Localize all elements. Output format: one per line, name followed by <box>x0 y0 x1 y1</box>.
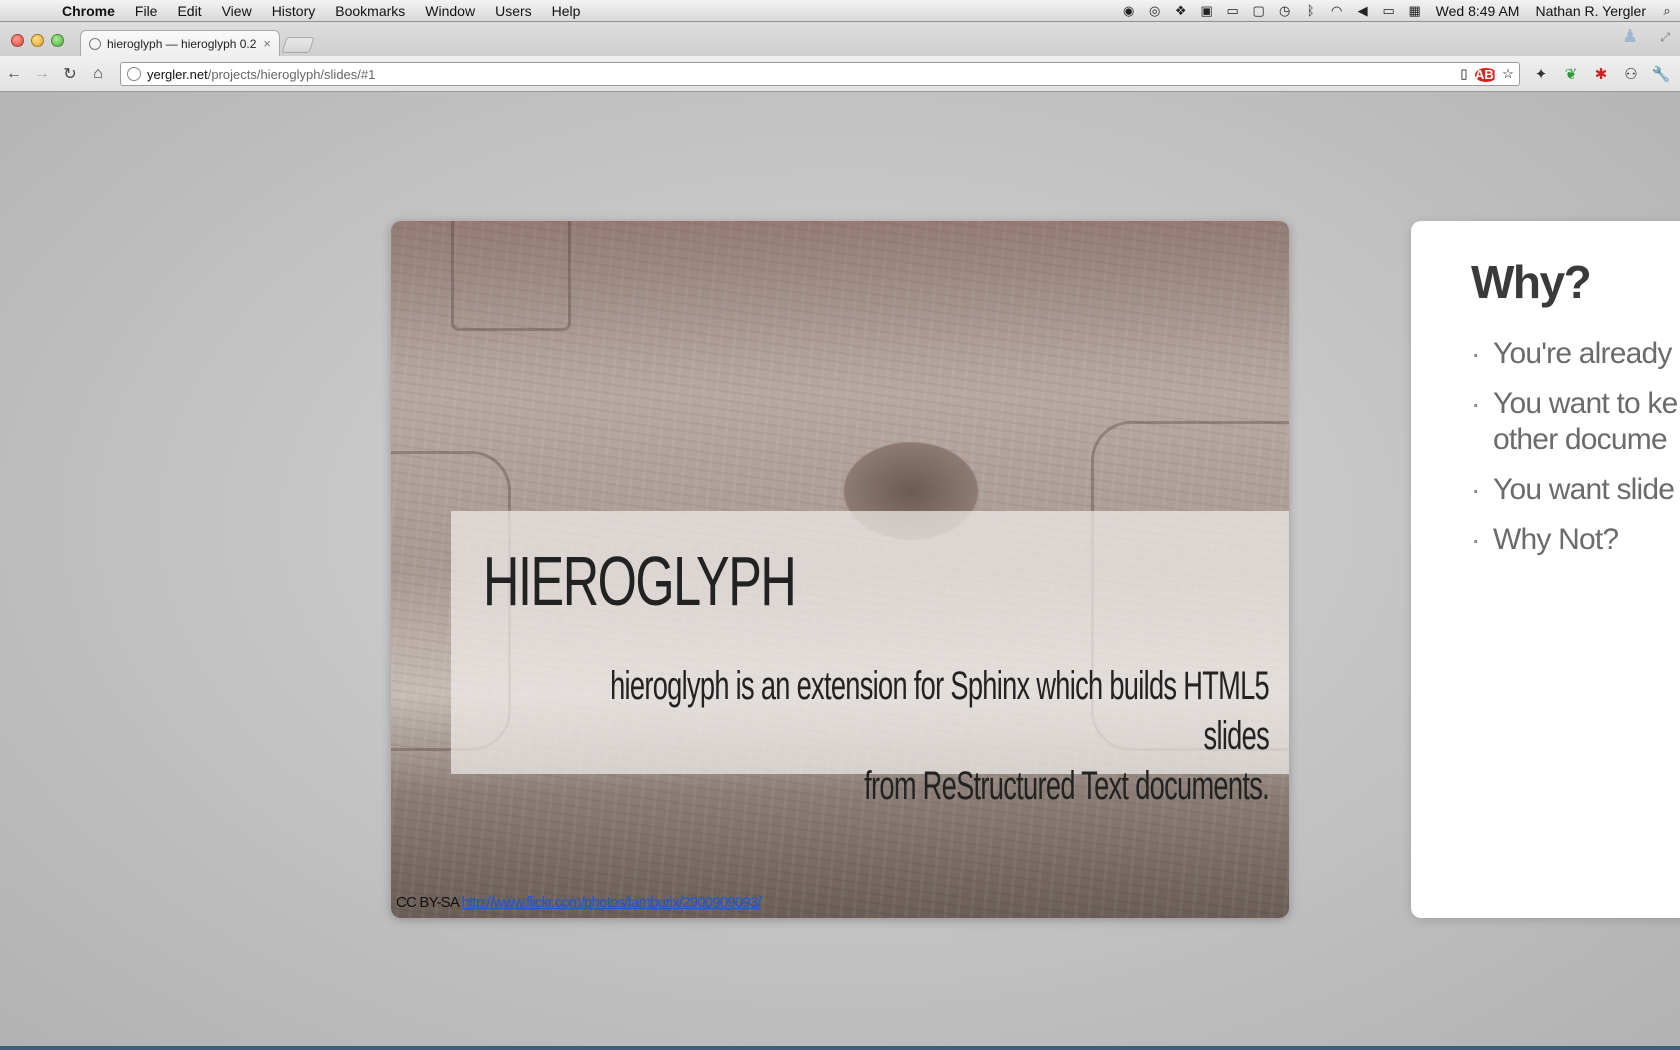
notification-extension-icon[interactable]: ⚇ <box>1616 62 1646 86</box>
page-action-icon[interactable]: ▯ <box>1453 66 1475 82</box>
menu-file[interactable]: File <box>125 0 168 22</box>
clock[interactable]: Wed 8:49 AM <box>1428 3 1528 19</box>
tab-close-icon[interactable]: × <box>263 36 271 51</box>
volume-icon[interactable]: ◀ <box>1350 0 1376 22</box>
menu-view[interactable]: View <box>212 0 262 22</box>
next-slide-title: Why? <box>1471 256 1592 308</box>
menu-users[interactable]: Users <box>485 0 542 22</box>
license-label: CC BY-SA <box>396 894 459 911</box>
wifi-icon[interactable]: ◠ <box>1324 0 1350 22</box>
menu-help[interactable]: Help <box>542 0 591 22</box>
battery-icon[interactable]: ▭ <box>1376 0 1402 22</box>
extensions-area: ✦ ❦ ✱ ⚇ 🔧 <box>1526 62 1676 86</box>
address-bar[interactable]: yergler.net /projects/hieroglyph/slides/… <box>120 62 1520 86</box>
reload-button[interactable]: ↻ <box>56 60 84 88</box>
tab-hieroglyph[interactable]: hieroglyph — hieroglyph 0.2 × <box>80 30 280 56</box>
time-machine-icon[interactable]: ◷ <box>1272 0 1298 22</box>
profile-avatar-icon[interactable]: ♟ <box>1622 26 1642 52</box>
pin-extension-icon[interactable]: ✦ <box>1526 62 1556 86</box>
wrench-menu-icon[interactable]: 🔧 <box>1646 62 1676 86</box>
list-item: Why Not? <box>1471 522 1680 558</box>
menu-edit[interactable]: Edit <box>167 0 211 22</box>
adblock-icon[interactable]: ABP <box>1475 67 1502 82</box>
minimize-window-button[interactable] <box>31 34 44 47</box>
subtitle-line-2: from ReStructured Text documents. <box>864 764 1270 808</box>
globe-favicon-icon <box>89 37 101 50</box>
zoom-window-button[interactable] <box>51 34 64 47</box>
calendar-icon[interactable]: ▦ <box>1402 0 1428 22</box>
bluetooth-icon[interactable]: ᛒ <box>1298 0 1324 22</box>
menu-history[interactable]: History <box>262 0 326 22</box>
title-panel: HIEROGLYPH hieroglyph is an extension fo… <box>451 511 1289 808</box>
slide-next[interactable]: Why? You're already You want to keother … <box>1411 221 1680 918</box>
app-status-icon[interactable]: ◉ <box>1116 0 1142 22</box>
forward-button[interactable]: → <box>28 60 56 88</box>
menu-window[interactable]: Window <box>415 0 485 22</box>
list-item: You're already <box>1471 336 1680 372</box>
browser-toolbar: ← → ↻ ⌂ yergler.net /projects/hieroglyph… <box>0 56 1680 92</box>
back-button[interactable]: ← <box>0 60 28 88</box>
stone-relief-decoration <box>451 221 571 331</box>
bullet-line: other docume <box>1493 423 1668 456</box>
display-icon[interactable]: ▢ <box>1246 0 1272 22</box>
bullet-list: You're already You want to keother docum… <box>1471 336 1680 572</box>
menu-bookmarks[interactable]: Bookmarks <box>325 0 415 22</box>
tab-strip: hieroglyph — hieroglyph 0.2 × ♟ ⤢ <box>0 22 1680 56</box>
dropbox-icon[interactable]: ❖ <box>1168 0 1194 22</box>
clipboard-icon[interactable]: ▣ <box>1194 0 1220 22</box>
list-item: You want to keother docume <box>1471 386 1680 458</box>
eye-icon[interactable]: ◎ <box>1142 0 1168 22</box>
status-area: ◉ ◎ ❖ ▣ ▭ ▢ ◷ ᛒ ◠ ◀ ▭ ▦ Wed 8:49 AM Nath… <box>1116 0 1680 22</box>
url-path: /projects/hieroglyph/slides/#1 <box>207 66 376 82</box>
evernote-extension-icon[interactable]: ❦ <box>1556 62 1586 86</box>
menu-bar: Chrome File Edit View History Bookmarks … <box>0 0 1680 22</box>
close-window-button[interactable] <box>11 34 24 47</box>
dock-edge <box>0 1046 1680 1050</box>
red-extension-icon[interactable]: ✱ <box>1586 62 1616 86</box>
spotlight-search-icon[interactable]: ⌕ <box>1654 0 1680 22</box>
list-item: You want slide <box>1471 472 1680 508</box>
user-menu[interactable]: Nathan R. Yergler <box>1527 3 1654 19</box>
fullscreen-icon[interactable]: ⤢ <box>1660 30 1670 45</box>
bullet-line: You want to ke <box>1493 387 1678 420</box>
photo-credit-link[interactable]: http://www.flickr.com/photos/tamburix/29… <box>462 894 762 911</box>
slide-subtitle: hieroglyph is an extension for Sphinx wh… <box>603 661 1270 811</box>
slide-current[interactable]: HIEROGLYPH hieroglyph is an extension fo… <box>391 221 1289 918</box>
slide-title: HIEROGLYPH <box>483 542 797 620</box>
presentation-page: HIEROGLYPH hieroglyph is an extension fo… <box>0 92 1680 1046</box>
battery-mini-icon[interactable]: ▭ <box>1220 0 1246 22</box>
new-tab-button[interactable] <box>281 37 315 53</box>
url-host: yergler.net <box>147 66 208 82</box>
subtitle-line-1: hieroglyph is an extension for Sphinx wh… <box>610 664 1270 758</box>
photo-credit: CC BY-SA http://www.flickr.com/photos/ta… <box>396 894 762 911</box>
menu-chrome[interactable]: Chrome <box>52 0 125 22</box>
home-button[interactable]: ⌂ <box>84 60 112 88</box>
bookmark-star-icon[interactable]: ☆ <box>1497 66 1519 82</box>
tab-title: hieroglyph — hieroglyph 0.2 <box>107 36 257 51</box>
page-info-icon[interactable] <box>127 67 141 81</box>
